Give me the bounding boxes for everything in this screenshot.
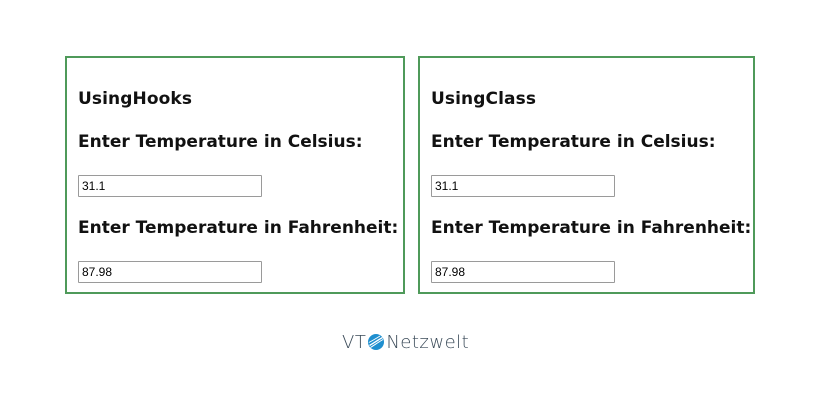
celsius-label: Enter Temperature in Celsius: — [431, 132, 716, 152]
fahrenheit-input[interactable] — [431, 261, 615, 283]
fahrenheit-label: Enter Temperature in Fahrenheit: — [431, 218, 752, 238]
panel-title: UsingHooks — [78, 89, 193, 109]
fahrenheit-label: Enter Temperature in Fahrenheit: — [78, 218, 399, 238]
logo-prefix: VT — [342, 331, 367, 353]
vtnetzwelt-logo: VT Netzwelt — [342, 331, 469, 353]
celsius-input[interactable] — [78, 175, 262, 197]
fahrenheit-input[interactable] — [78, 261, 262, 283]
globe-icon — [367, 333, 385, 351]
using-class-panel: UsingClass Enter Temperature in Celsius:… — [418, 56, 755, 294]
celsius-input[interactable] — [431, 175, 615, 197]
panel-title: UsingClass — [431, 89, 537, 109]
celsius-label: Enter Temperature in Celsius: — [78, 132, 363, 152]
using-hooks-panel: UsingHooks Enter Temperature in Celsius:… — [65, 56, 405, 294]
logo-suffix: Netzwelt — [386, 331, 470, 353]
